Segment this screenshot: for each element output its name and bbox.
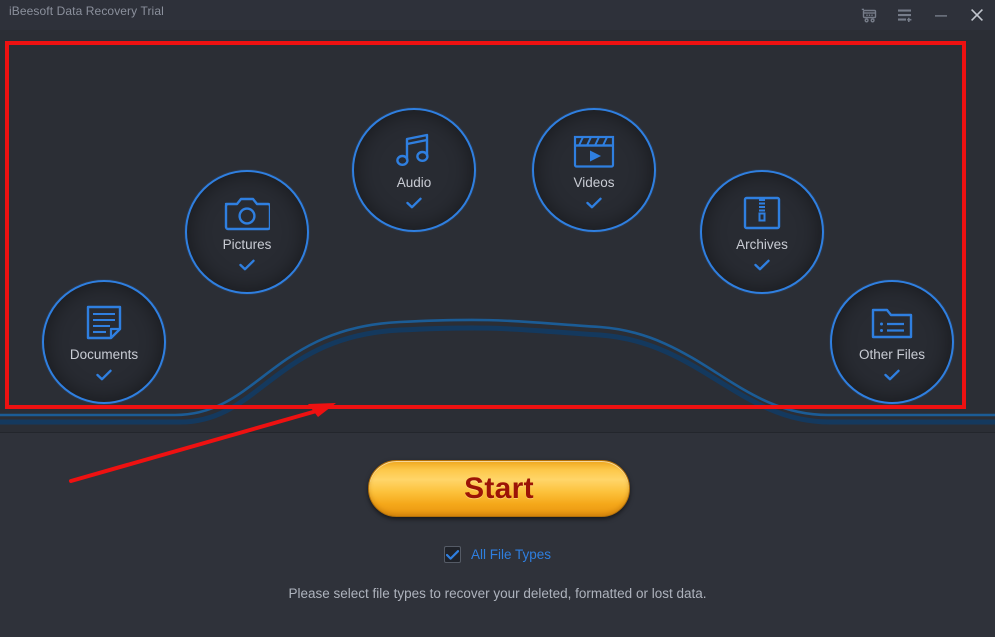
all-file-types-label[interactable]: All File Types [471, 547, 551, 562]
window-controls [851, 0, 995, 30]
document-page-icon [84, 302, 124, 344]
clapperboard-icon [572, 130, 616, 172]
window-title: iBeesoft Data Recovery Trial [9, 4, 164, 18]
file-type-stage: Pictures Audio Videos Archives Documents… [0, 30, 995, 432]
file-type-other-files[interactable]: Other Files [830, 280, 954, 404]
footer-hint: Please select file types to recover your… [288, 586, 707, 601]
file-type-checkmark[interactable] [754, 259, 770, 271]
title-bar: iBeesoft Data Recovery Trial [0, 0, 995, 30]
file-type-pictures[interactable]: Pictures [185, 170, 309, 294]
file-type-label: Videos [573, 175, 615, 190]
camera-icon [224, 192, 270, 234]
file-type-documents[interactable]: Documents [42, 280, 166, 404]
file-type-checkmark[interactable] [406, 197, 422, 209]
minimize-icon[interactable] [923, 0, 959, 30]
file-type-audio[interactable]: Audio [352, 108, 476, 232]
file-type-videos[interactable]: Videos [532, 108, 656, 232]
file-type-archives[interactable]: Archives [700, 170, 824, 294]
file-type-label: Pictures [222, 237, 272, 252]
file-type-label: Audio [396, 175, 432, 190]
zip-archive-icon [742, 192, 782, 234]
folder-list-icon [870, 302, 914, 344]
file-type-label: Documents [69, 347, 139, 362]
all-file-types-checkbox[interactable] [443, 546, 461, 563]
all-file-types-row: All File Types [0, 546, 995, 563]
file-type-checkmark[interactable] [586, 197, 602, 209]
cart-icon[interactable] [851, 0, 887, 30]
close-icon[interactable] [959, 0, 995, 30]
music-note-icon [393, 130, 435, 172]
start-button-label: Start [464, 471, 534, 505]
file-type-checkmark[interactable] [239, 259, 255, 271]
file-type-checkmark[interactable] [884, 369, 900, 381]
file-type-label: Other Files [858, 347, 926, 362]
file-type-label: Archives [736, 237, 788, 252]
menu-icon[interactable] [887, 0, 923, 30]
file-type-checkmark[interactable] [96, 369, 112, 381]
start-button[interactable]: Start [368, 460, 630, 517]
